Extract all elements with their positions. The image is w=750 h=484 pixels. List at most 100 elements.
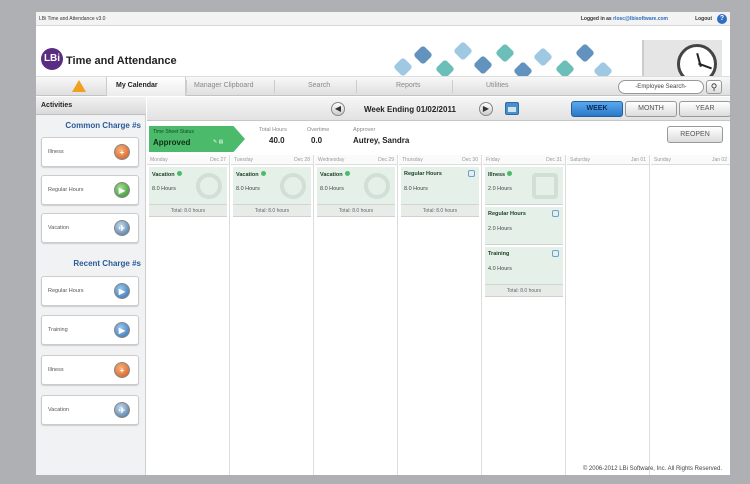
day-column-sunday[interactable]: Sunday Jan 02 <box>651 155 730 475</box>
login-info: Logged in as rlosc@lbisoftware.com <box>581 16 668 22</box>
travel-watermark-icon <box>280 173 306 199</box>
charge-label: Regular Hours <box>48 288 84 294</box>
copy-icon[interactable] <box>552 210 559 217</box>
charge-item-recent-vacation[interactable]: Vacation ✈ <box>41 395 139 425</box>
week-ending-label: Week Ending 01/02/2011 <box>364 105 456 114</box>
timesheet-status-row: Time Sheet Status Approved ✎ ▤ Total Hou… <box>147 122 730 158</box>
charge-label: Vacation <box>48 225 69 231</box>
charge-item-recent-illness[interactable]: Illness + <box>41 355 139 385</box>
entry-label: Vacation <box>152 171 182 178</box>
entry-label: Training <box>488 251 510 257</box>
day-header: Sunday Jan 02 <box>651 155 730 165</box>
copyright-footer: © 2006-2012 LBi Software, Inc. All Right… <box>582 466 722 472</box>
day-header: Monday Dec 27 <box>147 155 229 165</box>
entry-vacation[interactable]: Vacation 8.0 Hours <box>149 167 227 205</box>
activities-sidebar: Activities Common Charge #s Illness + Re… <box>36 97 146 475</box>
play-icon[interactable]: ▶ <box>114 283 130 299</box>
travel-watermark-icon <box>196 173 222 199</box>
day-total: Total: 8.0 hours <box>149 205 227 217</box>
week-navigation-bar: ◀ Week Ending 01/02/2011 ▶ WEEK MONTH YE… <box>147 97 730 121</box>
day-header: Thursday Dec 30 <box>399 155 481 165</box>
charge-label: Vacation <box>48 407 69 413</box>
travel-icon[interactable]: ✈ <box>114 220 130 236</box>
entry-label: Illness <box>488 171 513 178</box>
day-column-thursday[interactable]: Thursday Dec 30 Regular Hours 8.0 Hours T… <box>399 155 482 475</box>
day-column-saturday[interactable]: Saturday Jan 01 <box>567 155 650 475</box>
travel-watermark-icon <box>364 173 390 199</box>
day-column-monday[interactable]: Monday Dec 27 Vacation 8.0 Hours Total: 8… <box>147 155 230 475</box>
search-icon[interactable]: ⚲ <box>706 80 722 94</box>
approver-value: Autrey, Sandra <box>353 136 410 145</box>
charge-item-common-illness[interactable]: Illness + <box>41 137 139 167</box>
app-header: LBi Time and Attendance <box>36 26 730 90</box>
next-week-icon[interactable]: ▶ <box>479 102 493 116</box>
entry-hours: 4.0 Hours <box>488 266 512 272</box>
add-icon[interactable]: + <box>114 144 130 160</box>
entry-hours: 2.0 Hours <box>488 226 512 232</box>
play-icon[interactable]: ▶ <box>114 182 130 198</box>
entry-vacation[interactable]: Vacation 8.0 Hours <box>233 167 311 205</box>
charge-item-recent-training[interactable]: Training ▶ <box>41 315 139 345</box>
tab-manager-clipboard[interactable]: Manager Clipboard <box>194 82 254 89</box>
travel-icon[interactable]: ✈ <box>114 402 130 418</box>
tab-utilities[interactable]: Utilities <box>486 82 509 89</box>
day-column-friday[interactable]: Friday Dec 31 Illness 2.0 Hours Regular H… <box>483 155 566 475</box>
login-email[interactable]: rlosc@lbisoftware.com <box>613 16 668 22</box>
main-nav: My Calendar Manager Clipboard Search Rep… <box>36 76 730 96</box>
day-header: Wednesday Dec 29 <box>315 155 397 165</box>
add-icon[interactable]: + <box>114 362 130 378</box>
day-header: Friday Dec 31 <box>483 155 565 165</box>
app-window: LBi Time and Attendance v3.0 Logged in a… <box>36 12 730 475</box>
entry-hours: 2.0 Hours <box>488 186 512 192</box>
day-column-wednesday[interactable]: Wednesday Dec 29 Vacation 8.0 Hours Total… <box>315 155 398 475</box>
view-month-button[interactable]: MONTH <box>625 101 677 117</box>
warning-icon[interactable] <box>72 80 86 92</box>
entry-illness[interactable]: Illness 2.0 Hours <box>485 167 563 205</box>
copy-icon[interactable] <box>552 250 559 257</box>
login-prefix: Logged in as <box>580 16 614 22</box>
calendar-main: ◀ Week Ending 01/02/2011 ▶ WEEK MONTH YE… <box>147 97 730 475</box>
charge-item-common-regular-hours[interactable]: Regular Hours ▶ <box>41 175 139 205</box>
entry-regular-hours[interactable]: Regular Hours 8.0 Hours <box>401 167 479 205</box>
approver-metric: Approver Autrey, Sandra <box>353 127 409 145</box>
entry-label: Vacation <box>320 171 350 178</box>
entry-training[interactable]: Training 4.0 Hours <box>485 247 563 285</box>
play-icon[interactable]: ▶ <box>114 322 130 338</box>
view-week-button[interactable]: WEEK <box>571 101 623 117</box>
entry-hours: 8.0 Hours <box>152 186 176 192</box>
day-column-tuesday[interactable]: Tuesday Dec 28 Vacation 8.0 Hours Total: … <box>231 155 314 475</box>
view-year-button[interactable]: YEAR <box>679 101 730 117</box>
entry-regular-hours[interactable]: Regular Hours 2.0 Hours <box>485 207 563 245</box>
entry-vacation[interactable]: Vacation 8.0 Hours <box>317 167 395 205</box>
calendar-picker-icon[interactable] <box>505 102 519 115</box>
approved-dot-icon <box>176 171 182 176</box>
help-icon[interactable]: ? <box>717 14 727 24</box>
overtime-value: 0.0 <box>311 136 323 145</box>
day-total: Total: 8.0 hours <box>485 285 563 297</box>
employee-search-select[interactable]: -Employee Search- <box>618 80 704 94</box>
top-bar: LBi Time and Attendance v3.0 Logged in a… <box>36 12 730 26</box>
charge-label: Illness <box>48 367 64 373</box>
day-total: Total: 8.0 hours <box>317 205 395 217</box>
tab-my-calendar[interactable]: My Calendar <box>116 82 158 89</box>
status-label: Time Sheet Status <box>153 129 194 135</box>
charge-item-common-vacation[interactable]: Vacation ✈ <box>41 213 139 243</box>
overtime-label: Overtime <box>307 127 330 133</box>
charge-label: Regular Hours <box>48 187 84 193</box>
day-total: Total: 8.0 hours <box>233 205 311 217</box>
reopen-button[interactable]: REOPEN <box>667 126 723 143</box>
app-version-title: LBi Time and Attendance v3.0 <box>39 16 106 22</box>
illness-watermark-icon <box>532 173 558 199</box>
recent-charges-heading: Recent Charge #s <box>73 259 141 268</box>
entry-label: Regular Hours <box>404 171 442 177</box>
status-mini-icons: ✎ ▤ <box>213 139 224 145</box>
sidebar-title: Activities <box>36 97 146 115</box>
tab-search[interactable]: Search <box>308 82 330 89</box>
copy-icon[interactable] <box>468 170 475 177</box>
logout-link[interactable]: Logout <box>695 16 712 22</box>
entry-hours: 8.0 Hours <box>236 186 260 192</box>
tab-reports[interactable]: Reports <box>396 82 421 89</box>
previous-week-icon[interactable]: ◀ <box>331 102 345 116</box>
day-header: Tuesday Dec 28 <box>231 155 313 165</box>
charge-item-recent-regular-hours[interactable]: Regular Hours ▶ <box>41 276 139 306</box>
